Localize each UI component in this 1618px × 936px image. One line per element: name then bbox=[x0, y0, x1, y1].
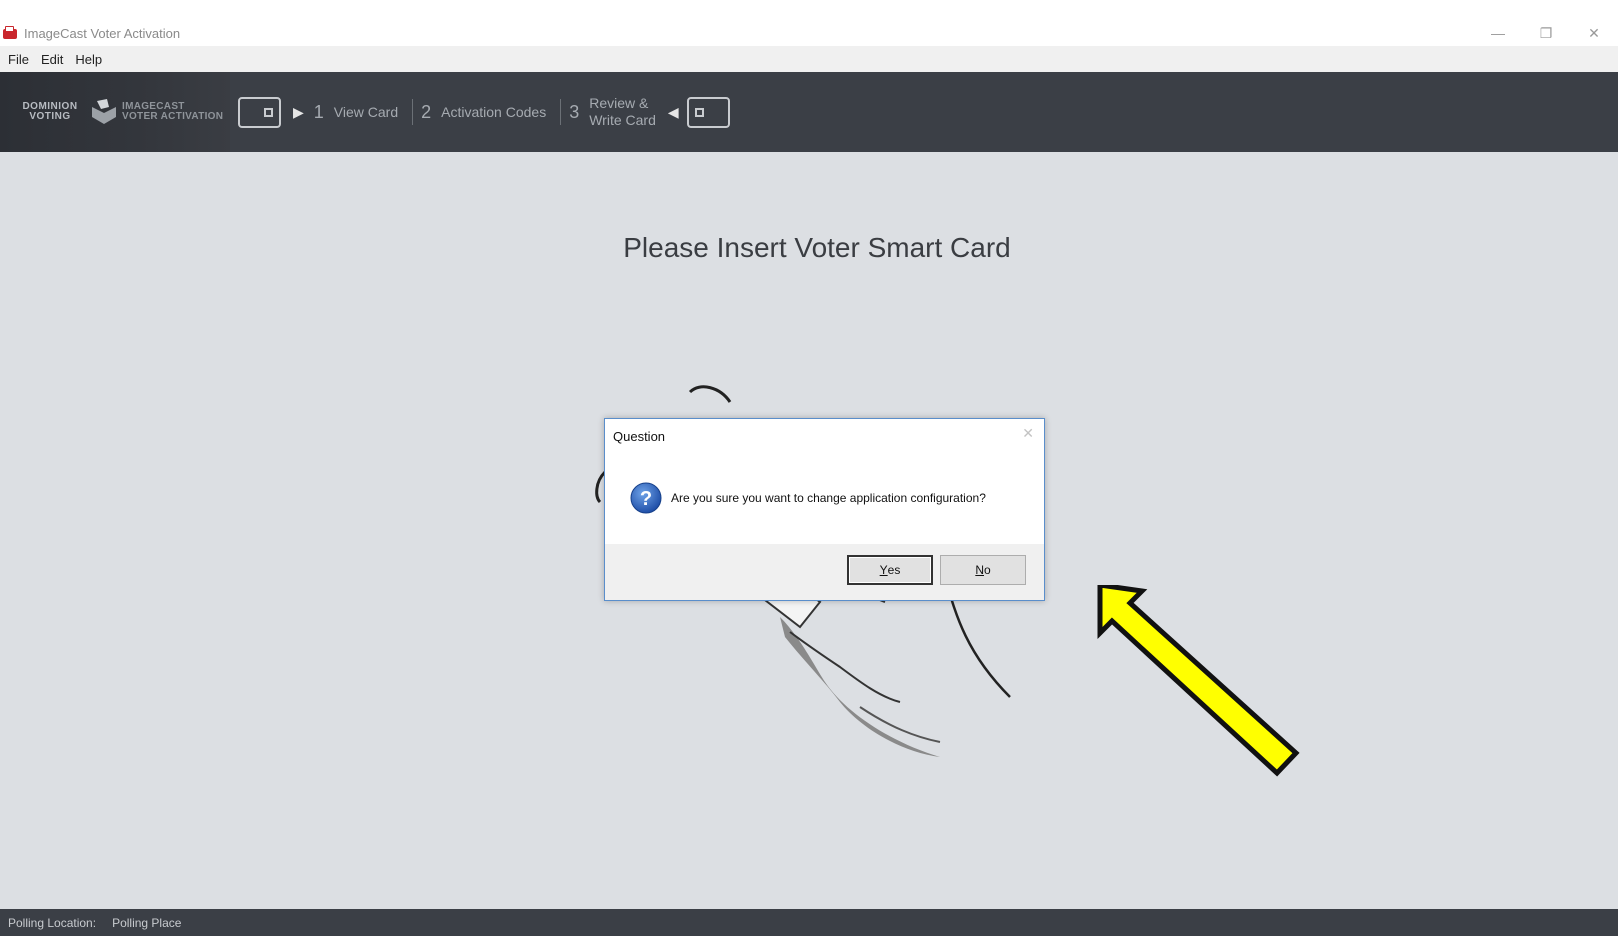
logo-dominion-voting: DOMINION VOTING bbox=[22, 101, 78, 122]
step-2-number: 2 bbox=[421, 101, 432, 122]
title-bar: ImageCast Voter Activation — ❐ ✕ bbox=[0, 22, 1618, 44]
workflow-toolbar: DOMINION VOTING IMAGECAST VOTER ACTIVATI… bbox=[0, 72, 1618, 152]
polling-location-value: Polling Place bbox=[112, 915, 182, 930]
menu-file[interactable]: File bbox=[2, 52, 35, 67]
card-slot-icon bbox=[686, 96, 730, 128]
yellow-arrow bbox=[1097, 585, 1300, 777]
dialog-footer: Yes No bbox=[605, 544, 1044, 600]
menu-help[interactable]: Help bbox=[69, 52, 108, 67]
window-title: ImageCast Voter Activation bbox=[24, 25, 181, 41]
logo-mark-icon bbox=[92, 99, 116, 124]
app-ballot-icon bbox=[2, 26, 18, 40]
step-divider bbox=[412, 99, 414, 125]
card-slot-icon bbox=[238, 96, 281, 128]
question-dialog: Question ✕ ? Are you sure you want to ch… bbox=[604, 418, 1045, 601]
restore-button[interactable]: ❐ bbox=[1522, 22, 1570, 44]
step-1-label[interactable]: View Card bbox=[334, 104, 398, 121]
dialog-message: Are you sure you want to change applicat… bbox=[671, 491, 986, 505]
status-bar: Polling Location: Polling Place bbox=[0, 909, 1618, 936]
play-right-icon: ▶ bbox=[293, 103, 304, 120]
minimize-button[interactable]: — bbox=[1474, 22, 1522, 44]
yes-button[interactable]: Yes bbox=[847, 555, 933, 585]
menu-edit[interactable]: Edit bbox=[35, 52, 69, 67]
play-left-icon: ◀ bbox=[667, 103, 679, 120]
step-2-label[interactable]: Activation Codes bbox=[441, 104, 546, 121]
dominion-logo: DOMINION VOTING IMAGECAST VOTER ACTIVATI… bbox=[0, 72, 230, 152]
dialog-close-icon[interactable]: ✕ bbox=[1022, 425, 1034, 442]
polling-location-label: Polling Location: bbox=[8, 915, 97, 930]
svg-text:?: ? bbox=[640, 488, 652, 510]
step-1-number: 1 bbox=[313, 101, 324, 122]
menu-bar: File Edit Help bbox=[0, 46, 1618, 72]
close-button[interactable]: ✕ bbox=[1570, 22, 1618, 44]
workflow-steps: ▶ 1 View Card 2 Activation Codes 3 Revie… bbox=[238, 72, 730, 152]
insert-card-prompt: Please Insert Voter Smart Card bbox=[623, 232, 1011, 263]
question-icon: ? bbox=[630, 482, 662, 514]
app-window: ImageCast Voter Activation — ❐ ✕ File Ed… bbox=[0, 0, 1618, 936]
logo-imagecast: IMAGECAST VOTER ACTIVATION bbox=[122, 101, 224, 122]
dialog-title: Question bbox=[613, 429, 666, 444]
step-divider bbox=[560, 99, 562, 125]
step-3-label[interactable]: Review & Write Card bbox=[589, 95, 656, 129]
no-button[interactable]: No bbox=[940, 555, 1026, 585]
step-3-number: 3 bbox=[569, 101, 580, 122]
window-controls: — ❐ ✕ bbox=[1474, 22, 1618, 44]
